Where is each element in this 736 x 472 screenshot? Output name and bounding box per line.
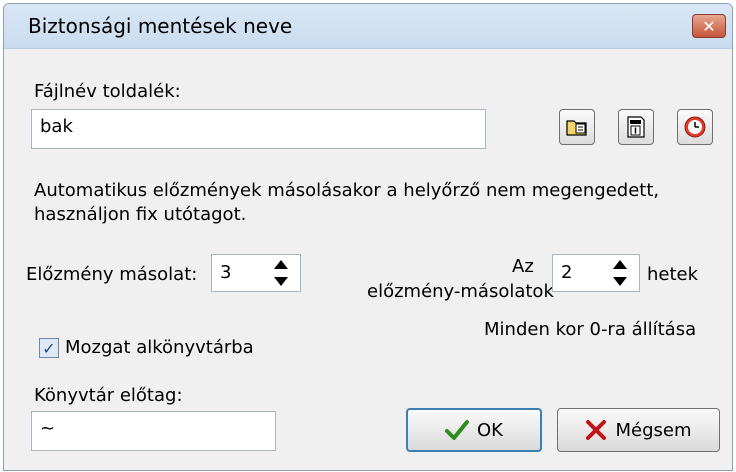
checkmark-icon: ✓	[42, 338, 56, 358]
info-text-line2: használjon fix utótagot.	[34, 204, 247, 225]
date-placeholder-button[interactable]	[618, 109, 654, 145]
time-placeholder-button[interactable]	[677, 109, 713, 145]
info-text-line1: Automatikus előzmények másolásakor a hel…	[34, 180, 660, 201]
increment-arrow-icon[interactable]	[274, 260, 288, 269]
filename-suffix-label: Fájlnév toldalék:	[34, 81, 181, 102]
decrement-arrow-icon[interactable]	[274, 277, 288, 286]
dir-prefix-value: ~	[40, 418, 56, 439]
close-button[interactable]: ✕	[692, 14, 726, 38]
folder-placeholder-button[interactable]	[559, 109, 595, 145]
ok-label: OK	[477, 419, 503, 441]
cancel-button[interactable]: Mégsem	[557, 408, 720, 452]
dialog-window: Biztonsági mentések neve ✕ Fájlnév tolda…	[3, 3, 733, 471]
decrement-arrow-icon[interactable]	[613, 277, 627, 286]
cancel-label: Mégsem	[615, 419, 692, 441]
cancel-x-icon	[586, 420, 607, 440]
clock-icon	[684, 116, 706, 138]
reset-age-link[interactable]: Minden kor 0-ra állítása	[484, 319, 696, 340]
move-to-subdir-checkbox[interactable]: ✓	[39, 338, 59, 358]
move-to-subdir-label: Mozgat alkönyvtárba	[65, 337, 254, 358]
dir-prefix-label: Könyvtár előtag:	[34, 385, 183, 406]
checkmark-icon	[445, 420, 469, 440]
history-weeks-label-line1: Az	[512, 256, 534, 277]
weeks-unit-label: hetek	[647, 264, 699, 285]
history-weeks-value: 2	[561, 262, 573, 283]
title-bar: Biztonsági mentések neve ✕	[4, 4, 732, 49]
folder-icon	[566, 120, 587, 136]
dir-prefix-input[interactable]: ~	[31, 411, 276, 451]
history-copy-label: Előzmény másolat:	[26, 264, 198, 285]
close-icon: ✕	[702, 16, 716, 36]
history-copy-spinner[interactable]: 3	[211, 254, 301, 292]
history-weeks-label-line2: előzmény-másolatok	[367, 281, 554, 302]
increment-arrow-icon[interactable]	[613, 260, 627, 269]
history-weeks-stepper[interactable]	[607, 257, 635, 289]
window-title: Biztonsági mentések neve	[28, 14, 293, 38]
ok-button[interactable]: OK	[406, 408, 542, 452]
filename-suffix-input[interactable]: bak	[31, 109, 486, 149]
filename-suffix-value: bak	[40, 116, 73, 137]
calendar-icon	[627, 116, 645, 138]
history-copy-value: 3	[220, 262, 232, 283]
history-copy-stepper[interactable]	[268, 257, 296, 289]
history-weeks-spinner[interactable]: 2	[552, 254, 640, 292]
